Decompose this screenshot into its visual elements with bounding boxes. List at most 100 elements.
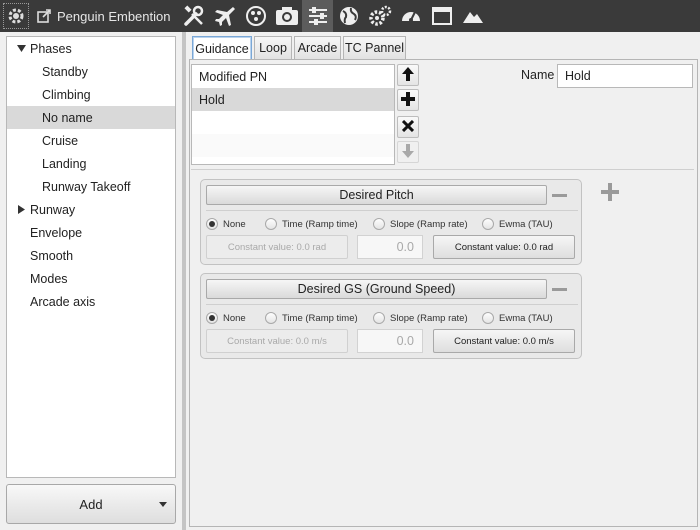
tab-label: Guidance bbox=[195, 41, 249, 56]
tree-item-label: Climbing bbox=[42, 87, 91, 102]
split-divider[interactable] bbox=[182, 32, 186, 530]
arrow-down-icon bbox=[401, 143, 415, 162]
desired-pitch-group: Desired Pitch None Time (Ramp time) Slop… bbox=[200, 179, 582, 265]
tab-tc-pannel[interactable]: TC Pannel bbox=[343, 36, 406, 59]
list-item[interactable]: Modified PN bbox=[192, 65, 394, 88]
guidance-list: Modified PN Hold bbox=[191, 64, 395, 165]
radio-dot[interactable] bbox=[482, 218, 494, 230]
tab-label: Arcade bbox=[297, 41, 338, 55]
tree-item-label: Phases bbox=[30, 41, 72, 56]
radio-dot[interactable] bbox=[265, 218, 277, 230]
radio-none[interactable]: None bbox=[206, 312, 246, 324]
move-up-button[interactable] bbox=[397, 64, 419, 86]
radio-ewma[interactable]: Ewma (TAU) bbox=[482, 218, 553, 230]
gears-icon[interactable] bbox=[364, 0, 395, 32]
tree-item-runway-takeoff[interactable]: Runway Takeoff bbox=[7, 175, 175, 198]
radio-label: Ewma (TAU) bbox=[499, 218, 553, 230]
tree-item-envelope[interactable]: Envelope bbox=[7, 221, 175, 244]
tree-item-label: Modes bbox=[30, 271, 68, 286]
radio-dot[interactable] bbox=[206, 312, 218, 324]
radio-label: Time (Ramp time) bbox=[282, 218, 358, 230]
add-button-label: Add bbox=[79, 496, 103, 512]
top-toolbar: Penguin Embention bbox=[0, 0, 700, 32]
remove-group-icon[interactable] bbox=[552, 288, 567, 291]
radio-dot[interactable] bbox=[206, 218, 218, 230]
radio-slope[interactable]: Slope (Ramp rate) bbox=[373, 312, 468, 324]
value-field: 0.0 bbox=[357, 329, 423, 353]
tree-item-cruise[interactable]: Cruise bbox=[7, 129, 175, 152]
name-label: Name bbox=[521, 68, 555, 82]
tab-arcade[interactable]: Arcade bbox=[294, 36, 341, 59]
tree-item-phases[interactable]: Phases bbox=[7, 37, 175, 60]
tree-item-label: Cruise bbox=[42, 133, 79, 148]
radio-label: None bbox=[223, 312, 246, 324]
list-item[interactable]: Hold bbox=[192, 88, 394, 111]
move-down-button[interactable] bbox=[397, 141, 419, 163]
value-field: 0.0 bbox=[357, 235, 423, 259]
list-item[interactable] bbox=[192, 134, 394, 157]
radio-time[interactable]: Time (Ramp time) bbox=[265, 312, 358, 324]
list-item-label: Modified PN bbox=[199, 69, 268, 84]
name-field[interactable] bbox=[557, 64, 693, 88]
radio-time[interactable]: Time (Ramp time) bbox=[265, 218, 358, 230]
delete-item-button[interactable] bbox=[397, 116, 419, 138]
remove-group-icon[interactable] bbox=[552, 194, 567, 197]
tree-item-smooth[interactable]: Smooth bbox=[7, 244, 175, 267]
gauge-icon[interactable] bbox=[395, 0, 426, 32]
value-text: 0.0 bbox=[396, 240, 414, 254]
camera-icon[interactable] bbox=[271, 0, 302, 32]
group-header-button[interactable]: Desired Pitch bbox=[206, 185, 547, 205]
value-text: 0.0 bbox=[396, 334, 414, 348]
tree-item-label: Runway Takeoff bbox=[42, 179, 131, 194]
radio-ewma[interactable]: Ewma (TAU) bbox=[482, 312, 553, 324]
plus-icon bbox=[401, 91, 415, 109]
add-group-plus-icon[interactable] bbox=[600, 182, 620, 202]
nodes-icon[interactable] bbox=[240, 0, 271, 32]
constant-value-button[interactable]: Constant value: 0.0 m/s bbox=[433, 329, 575, 353]
add-item-button[interactable] bbox=[397, 89, 419, 111]
list-item[interactable] bbox=[192, 111, 394, 134]
external-link-icon[interactable] bbox=[35, 0, 53, 32]
tools-icon[interactable] bbox=[178, 0, 209, 32]
close-icon bbox=[401, 119, 415, 135]
constant-value-button[interactable]: Constant value: 0.0 rad bbox=[433, 235, 575, 259]
tab-guidance[interactable]: Guidance bbox=[192, 36, 252, 60]
radio-dot[interactable] bbox=[373, 312, 385, 324]
constant-value-label: Constant value: 0.0 m/s bbox=[227, 335, 327, 347]
tree-item-label: No name bbox=[42, 110, 93, 125]
group-header-button[interactable]: Desired GS (Ground Speed) bbox=[206, 279, 547, 299]
add-button[interactable]: Add bbox=[6, 484, 176, 524]
sliders-icon[interactable] bbox=[302, 0, 334, 32]
radio-none[interactable]: None bbox=[206, 218, 246, 230]
divider bbox=[206, 210, 578, 211]
radio-label: Slope (Ramp rate) bbox=[390, 218, 468, 230]
divider bbox=[206, 304, 578, 305]
globe-icon[interactable] bbox=[333, 0, 364, 32]
tree-item-modes[interactable]: Modes bbox=[7, 267, 175, 290]
expand-arrow-down-icon[interactable] bbox=[16, 44, 26, 54]
settings-gear-icon[interactable] bbox=[0, 0, 32, 32]
tree-item-no-name[interactable]: No name bbox=[7, 106, 175, 129]
tree-item-arcade-axis[interactable]: Arcade axis bbox=[7, 290, 175, 313]
tab-label: Loop bbox=[259, 41, 287, 55]
constant-value-label: Constant value: 0.0 m/s bbox=[454, 335, 554, 347]
tree-item-landing[interactable]: Landing bbox=[7, 152, 175, 175]
tab-loop[interactable]: Loop bbox=[254, 36, 292, 59]
radio-dot[interactable] bbox=[373, 218, 385, 230]
tree-item-label: Runway bbox=[30, 202, 76, 217]
radio-label: Slope (Ramp rate) bbox=[390, 312, 468, 324]
constant-value-disabled: Constant value: 0.0 rad bbox=[206, 235, 348, 259]
constant-value-label: Constant value: 0.0 rad bbox=[454, 241, 554, 253]
tree-item-standby[interactable]: Standby bbox=[7, 60, 175, 83]
tree-item-runway[interactable]: Runway bbox=[7, 198, 175, 221]
app-title: Penguin Embention bbox=[57, 8, 171, 24]
window-icon[interactable] bbox=[426, 0, 457, 32]
tree-item-climbing[interactable]: Climbing bbox=[7, 83, 175, 106]
mountain-icon[interactable] bbox=[457, 0, 488, 32]
radio-slope[interactable]: Slope (Ramp rate) bbox=[373, 218, 468, 230]
radio-dot[interactable] bbox=[265, 312, 277, 324]
airplane-icon[interactable] bbox=[209, 0, 240, 32]
radio-dot[interactable] bbox=[482, 312, 494, 324]
expand-arrow-right-icon[interactable] bbox=[17, 204, 27, 214]
dropdown-caret-icon[interactable] bbox=[159, 502, 167, 507]
